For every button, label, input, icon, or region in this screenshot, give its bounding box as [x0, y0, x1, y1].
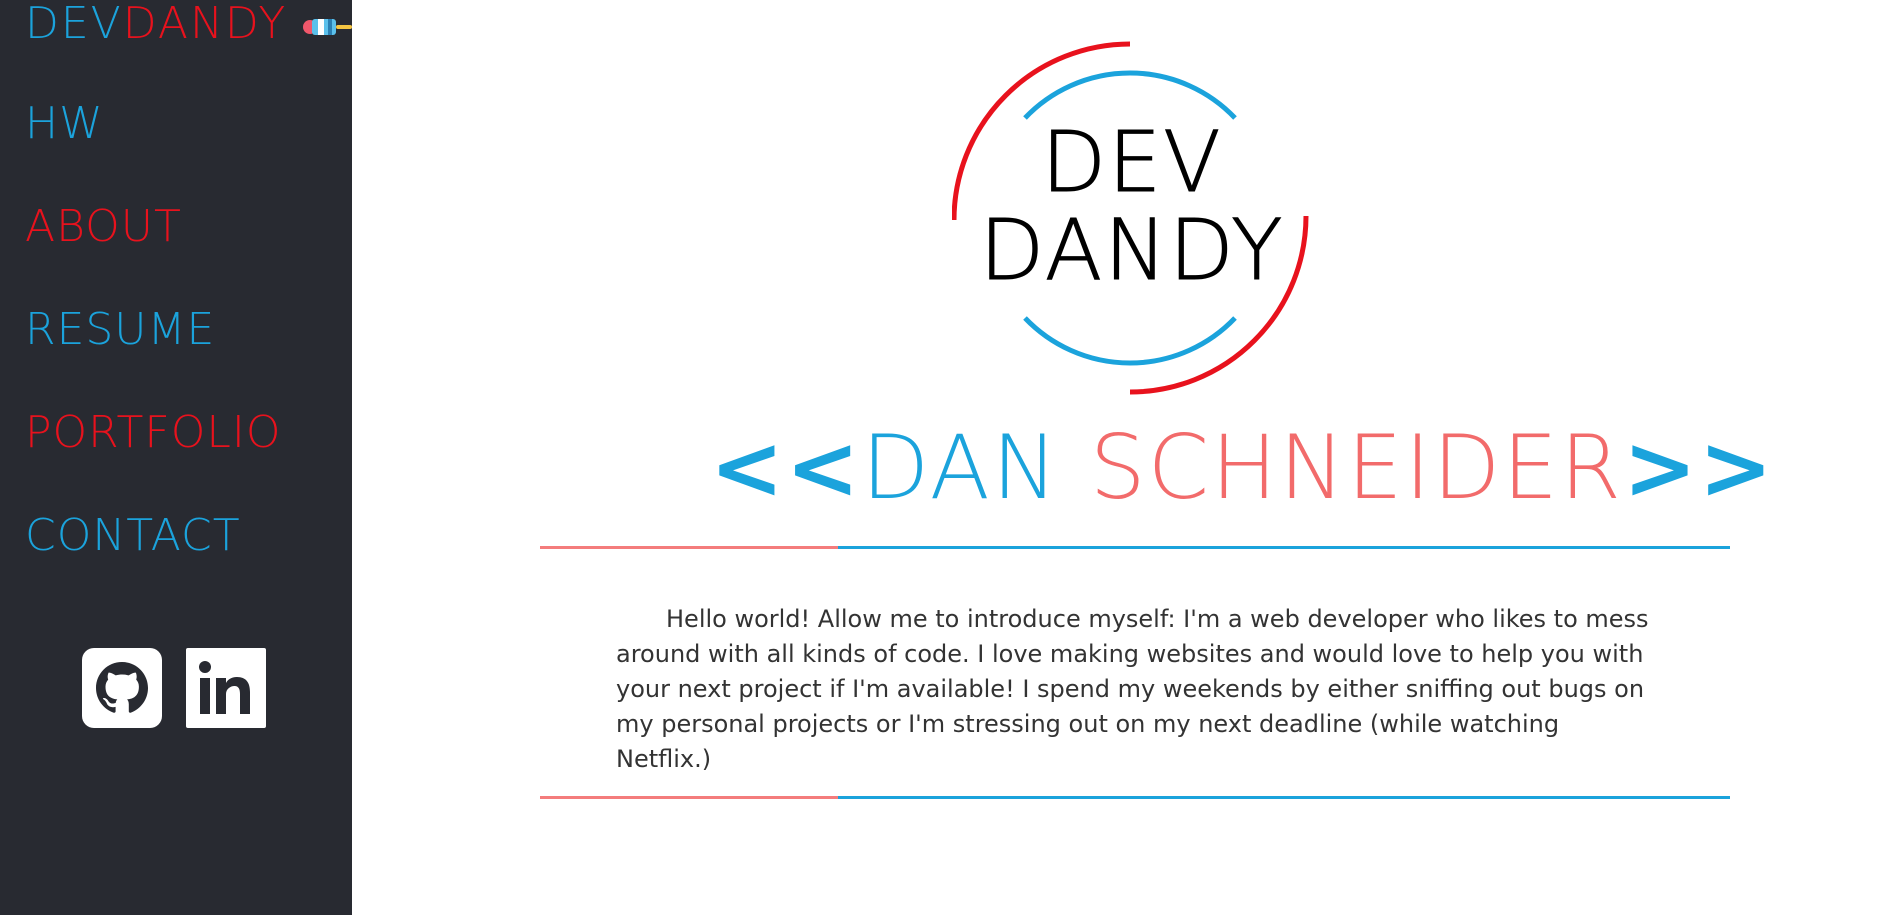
logo-line-dev: DEV — [1041, 113, 1223, 211]
open-quote: << — [710, 416, 862, 519]
close-quote: >> — [1623, 416, 1775, 519]
social-links — [82, 648, 266, 728]
main-content: DEV DANDY <<DAN SCHNEIDER>> Hello world!… — [352, 0, 1896, 915]
popsicle-toggle-icon[interactable] — [300, 15, 352, 39]
github-icon — [96, 662, 148, 713]
main-nav: HW ABOUT RESUME PORTFOLIO CONTACT — [25, 100, 281, 615]
brand-logo-link[interactable]: DEVDANDY — [25, 0, 287, 48]
nav-item-about[interactable]: ABOUT — [25, 203, 281, 306]
brand-part-dev: DEV — [25, 0, 123, 49]
top-divider — [540, 546, 1730, 549]
nav-item-portfolio[interactable]: PORTFOLIO — [25, 409, 281, 512]
linkedin-icon — [199, 661, 250, 714]
intro-paragraph: Hello world! Allow me to introduce mysel… — [616, 605, 1649, 773]
github-link[interactable] — [82, 648, 162, 728]
brand-part-dandy: DANDY — [122, 0, 288, 49]
bottom-divider — [540, 796, 1730, 799]
first-name: DAN — [861, 416, 1060, 519]
logo-text: DEV DANDY — [952, 113, 1312, 299]
page-title-name: <<DAN SCHNEIDER>> — [710, 416, 1773, 519]
nav-item-hw[interactable]: HW — [25, 100, 281, 203]
nav-item-contact[interactable]: CONTACT — [25, 512, 281, 615]
sidebar: DEVDANDY HW ABOUT RESUME PORTFOLIO CONTA… — [0, 0, 352, 915]
linkedin-link[interactable] — [186, 648, 266, 728]
last-name: SCHNEIDER — [1089, 416, 1624, 519]
nav-item-resume[interactable]: RESUME — [25, 306, 281, 409]
logo-line-dandy: DANDY — [979, 201, 1285, 299]
